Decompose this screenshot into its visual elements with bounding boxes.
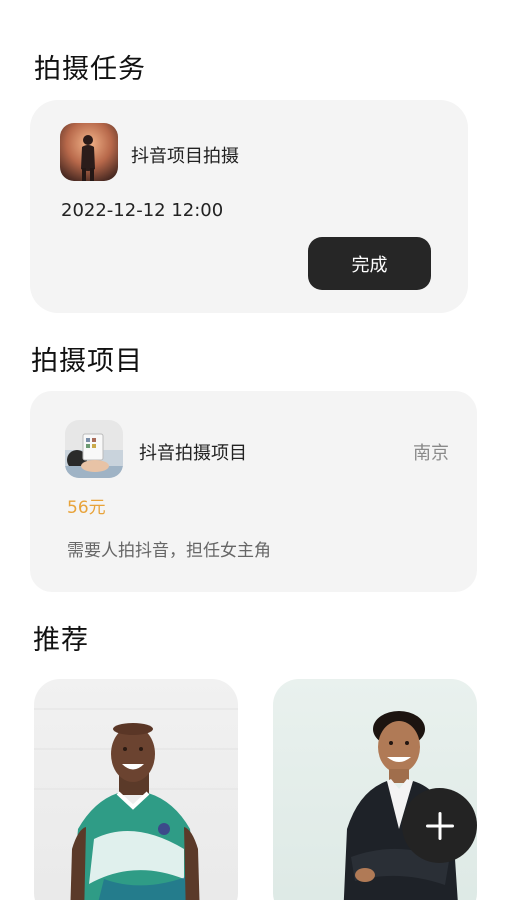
project-price: 56元	[67, 498, 106, 518]
recommend-section-title: 推荐	[33, 625, 89, 656]
task-section-title: 拍摄任务	[34, 54, 146, 85]
smiling-man-photo	[34, 708, 238, 900]
project-thumbnail	[65, 420, 123, 478]
plus-icon	[425, 811, 454, 840]
person-silhouette-image	[60, 123, 118, 181]
task-thumbnail	[60, 123, 118, 181]
task-time: 2022-12-12 12:00	[61, 200, 224, 221]
project-city: 南京	[413, 443, 449, 464]
project-section-title: 拍摄项目	[31, 346, 143, 377]
complete-button[interactable]: 完成	[308, 237, 431, 290]
project-description: 需要人拍抖音，担任女主角	[67, 541, 271, 561]
project-card[interactable]: 抖音拍摄项目 南京 56元 需要人拍抖音，担任女主角	[30, 391, 477, 592]
task-name: 抖音项目拍摄	[131, 146, 239, 167]
person-holding-card-image	[65, 420, 123, 478]
recommend-card-1[interactable]	[34, 679, 238, 900]
task-card[interactable]: 抖音项目拍摄 2022-12-12 12:00 完成	[30, 100, 468, 313]
project-name: 抖音拍摄项目	[139, 443, 247, 464]
add-button[interactable]	[402, 788, 477, 863]
app-screen: 拍摄任务 抖音项目拍摄 2022-12-12 12:00 完成 拍摄项目 抖音拍…	[0, 0, 507, 900]
